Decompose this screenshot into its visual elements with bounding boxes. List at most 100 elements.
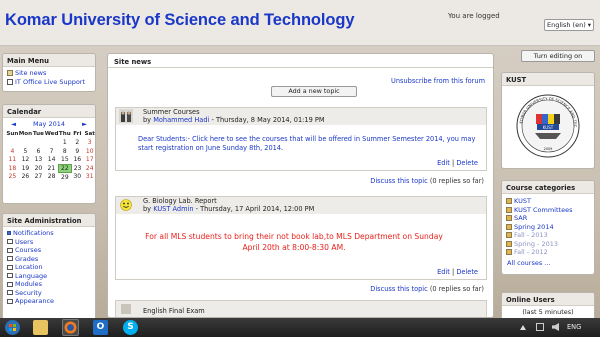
firefox-icon[interactable] (62, 319, 79, 336)
admin-item-label[interactable]: Modules (15, 280, 42, 288)
calendar-day[interactable]: 4 (6, 147, 19, 156)
calendar-day[interactable]: 17 (83, 156, 95, 165)
calendar-day[interactable]: 15 (58, 156, 71, 165)
site-title[interactable]: Komar University of Science and Technolo… (5, 11, 355, 30)
admin-item[interactable]: Language (3, 272, 95, 281)
category-item[interactable]: Fall - 2012 (502, 248, 594, 257)
calendar-day[interactable]: 29 (58, 173, 71, 182)
menu-item-label[interactable]: IT Office Live Support (15, 78, 85, 86)
calendar-day[interactable]: 11 (6, 156, 19, 165)
admin-item[interactable]: Location (3, 263, 95, 272)
calendar-day[interactable]: 14 (45, 156, 59, 165)
calendar-day[interactable]: 30 (71, 173, 83, 182)
calendar-day[interactable]: 1 (58, 139, 71, 148)
unsubscribe-link[interactable]: Unsubscribe from this forum (391, 77, 485, 85)
calendar-day[interactable]: 5 (19, 147, 32, 156)
calendar-day[interactable]: 20 (32, 164, 45, 173)
menu-item-site-news[interactable]: Site news (3, 69, 95, 78)
calendar-day[interactable]: 12 (19, 156, 32, 165)
category-item[interactable]: KUST Committees (502, 206, 594, 215)
calendar-day[interactable]: 23 (71, 164, 83, 173)
category-label[interactable]: Spring 2014 (514, 223, 554, 231)
calendar-day[interactable]: 19 (19, 164, 32, 173)
calendar-day[interactable]: 16 (71, 156, 83, 165)
calendar-day[interactable]: 28 (45, 173, 59, 182)
discuss-topic-link[interactable]: Discuss this topic (370, 285, 428, 293)
calendar-day[interactable]: 26 (19, 173, 32, 182)
calendar-day[interactable]: 13 (32, 156, 45, 165)
category-item[interactable]: Spring 2014 (502, 223, 594, 232)
avatar[interactable] (119, 109, 133, 123)
calendar-day[interactable]: 18 (6, 164, 19, 173)
post-author[interactable]: Mohammed Hadi (153, 116, 209, 124)
category-label[interactable]: KUST Committees (514, 206, 572, 214)
calendar-day[interactable]: 6 (32, 147, 45, 156)
category-item[interactable]: SAR (502, 214, 594, 223)
avatar[interactable] (119, 302, 133, 316)
category-label[interactable]: Spring - 2013 (514, 240, 558, 248)
site-admin-title: Site Administration (3, 214, 95, 227)
calendar-day[interactable]: 27 (32, 173, 45, 182)
admin-item[interactable]: Courses (3, 246, 95, 255)
smiley-avatar-icon[interactable] (119, 198, 133, 212)
calendar-month[interactable]: May 2014 (33, 120, 65, 128)
start-button[interactable] (4, 319, 21, 336)
prev-month-button[interactable]: ◄ (11, 120, 16, 128)
category-item[interactable]: Spring - 2013 (502, 240, 594, 249)
admin-item[interactable]: Appearance (3, 297, 95, 306)
admin-item-label[interactable]: Appearance (15, 297, 54, 305)
admin-item-label[interactable]: Users (15, 238, 33, 246)
skype-icon[interactable]: S (123, 320, 138, 335)
admin-item-label[interactable]: Notifications (13, 229, 54, 237)
language-indicator[interactable]: ENG (567, 323, 581, 331)
delete-link[interactable]: Delete (456, 268, 478, 276)
category-label[interactable]: KUST (514, 197, 531, 205)
language-select[interactable]: English (en) ▾ (544, 19, 594, 31)
calendar-day[interactable]: 7 (45, 147, 59, 156)
admin-item[interactable]: Security (3, 289, 95, 298)
category-label[interactable]: Fall - 2012 (514, 248, 548, 256)
next-month-button[interactable]: ► (82, 120, 87, 128)
admin-item-label[interactable]: Grades (15, 255, 38, 263)
tray-arrow-icon[interactable] (520, 324, 526, 330)
post-author[interactable]: KUST Admin (153, 205, 193, 213)
edit-link[interactable]: Edit (437, 268, 450, 276)
admin-item[interactable]: Users (3, 238, 95, 247)
calendar-day[interactable]: 31 (83, 173, 95, 182)
admin-item[interactable]: Modules (3, 280, 95, 289)
edit-link[interactable]: Edit (437, 159, 450, 167)
admin-item-label[interactable]: Courses (15, 246, 41, 254)
volume-icon[interactable] (552, 323, 559, 331)
category-label[interactable]: SAR (514, 214, 527, 222)
calendar-day[interactable]: 24 (83, 164, 95, 173)
calendar-day[interactable]: 21 (45, 164, 59, 173)
category-item[interactable]: Fall - 2013 (502, 231, 594, 240)
outlook-icon[interactable]: O (93, 320, 108, 335)
calendar-week: 25 26 27 28 29 30 31 (6, 173, 95, 182)
menu-item-label[interactable]: Site news (15, 69, 46, 77)
admin-item-label[interactable]: Security (15, 289, 42, 297)
calendar-day[interactable]: 2 (71, 139, 83, 148)
admin-item-label[interactable]: Language (15, 272, 47, 280)
menu-item-live-support[interactable]: IT Office Live Support (3, 78, 95, 87)
calendar-day[interactable]: 10 (83, 147, 95, 156)
all-courses-link[interactable]: All courses ... (507, 259, 551, 267)
admin-item[interactable]: Grades (3, 255, 95, 264)
discuss-topic-link[interactable]: Discuss this topic (370, 177, 428, 185)
category-label[interactable]: Fall - 2013 (514, 231, 548, 239)
calendar-day[interactable]: 3 (83, 139, 95, 148)
add-new-topic-button[interactable]: Add a new topic (271, 86, 357, 97)
turn-editing-on-button[interactable]: Turn editing on (521, 50, 595, 62)
file-explorer-icon[interactable] (33, 320, 48, 335)
calendar-day[interactable]: 9 (71, 147, 83, 156)
category-item[interactable]: KUST (502, 197, 594, 206)
network-icon[interactable] (536, 323, 544, 331)
calendar-day[interactable]: 25 (6, 173, 19, 182)
calendar-day[interactable]: 22 (57, 163, 72, 173)
admin-item[interactable]: Notifications (3, 229, 95, 238)
admin-item-label[interactable]: Location (15, 263, 43, 271)
calendar-title: Calendar (3, 105, 95, 118)
delete-link[interactable]: Delete (456, 159, 478, 167)
post-body-link[interactable]: Dear Students:- Click here to see the co… (116, 125, 486, 159)
calendar-day[interactable]: 8 (58, 147, 71, 156)
